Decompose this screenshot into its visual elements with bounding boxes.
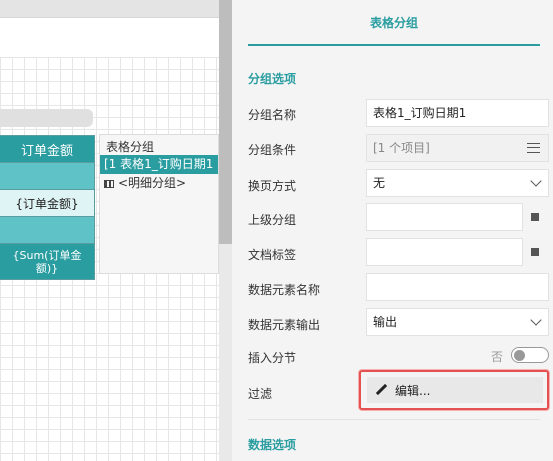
scrollbar-thumb[interactable] (219, 0, 232, 244)
group-item-detail-label: <明细分组> (118, 176, 187, 190)
insert-page-break-label: 插入分节 (248, 351, 297, 365)
tab-table-group[interactable]: 表格分组 (248, 0, 540, 46)
table-column[interactable]: 订单金额 {订单金额} {Sum(订单金额)} (0, 135, 95, 280)
table-header-cell[interactable]: 订单金额 (0, 135, 95, 163)
filter-edit-highlight: 编辑... (359, 370, 549, 410)
insert-page-break-toggle[interactable] (511, 347, 549, 363)
group-item-detail[interactable]: <明细分组> (100, 174, 218, 193)
top-ruler (0, 0, 219, 18)
filter-edit-button[interactable]: 编辑... (367, 377, 543, 403)
group-condition-label: 分组条件 (248, 143, 297, 157)
chevron-down-icon (530, 314, 542, 326)
menu-icon[interactable] (527, 143, 540, 153)
canvas-scrollbar[interactable] (219, 0, 232, 461)
data-element-name-label: 数据元素名称 (248, 283, 321, 297)
page-break-select[interactable]: 无 (366, 169, 549, 197)
toggle-state-text: 否 (491, 350, 504, 364)
group-name-value: 表格1_订购日期1 (373, 106, 467, 120)
group-footer-cell[interactable] (0, 217, 95, 244)
data-element-output-label: 数据元素输出 (248, 318, 321, 332)
data-element-output-value: 输出 (373, 315, 398, 329)
filter-label: 过滤 (248, 387, 273, 401)
group-header-cell[interactable] (0, 163, 95, 190)
group-condition-field[interactable]: [1 个项目] (366, 134, 549, 162)
section-group-options: 分组选项 (248, 72, 297, 86)
doc-label-square-icon[interactable] (531, 248, 539, 256)
group-panel-title: 表格分组 (106, 140, 155, 154)
table-footer-cell[interactable]: {Sum(订单金额)} (0, 244, 95, 280)
table-detail-cell[interactable]: {订单金额} (0, 190, 95, 217)
doc-label-label: 文档标签 (248, 248, 297, 262)
toggle-knob (514, 349, 525, 361)
filter-edit-label: 编辑... (395, 383, 431, 398)
column-header-strip[interactable] (0, 109, 93, 127)
page-break-value: 无 (373, 176, 386, 190)
parent-group-field[interactable] (366, 203, 523, 231)
group-condition-value: [1 个项目] (373, 141, 430, 155)
properties-panel: 表格分组 分组选项 分组名称 表格1_订购日期1 分组条件 [1 个项目] 换页… (232, 0, 553, 461)
data-element-output-select[interactable]: 输出 (366, 308, 549, 336)
section-data-options: 数据选项 (248, 438, 297, 452)
group-panel: 表格分组 [1 表格1_订购日期1 <明细分组> (99, 134, 219, 274)
parent-group-square-icon[interactable] (531, 213, 539, 221)
data-element-name-field[interactable] (366, 273, 549, 301)
page-break-label: 换页方式 (248, 179, 297, 193)
canvas-blank-area (0, 18, 219, 57)
group-item-selected[interactable]: [1 表格1_订购日期1 (100, 155, 218, 174)
group-name-field[interactable]: 表格1_订购日期1 (366, 99, 549, 127)
group-name-label: 分组名称 (248, 108, 297, 122)
grid-icon (104, 179, 114, 188)
section-divider (248, 419, 540, 420)
chevron-down-icon (530, 175, 542, 187)
parent-group-label: 上级分组 (248, 213, 297, 227)
pencil-icon (375, 384, 387, 396)
doc-label-field[interactable] (366, 238, 523, 266)
designer-canvas[interactable]: 订单金额 {订单金额} {Sum(订单金额)} 表格分组 [1 表格1_订购日期… (0, 0, 219, 461)
